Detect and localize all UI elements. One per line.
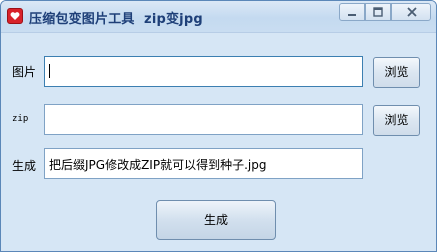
output-filename-value: 把后缀JPG修改成ZIP就可以得到种子.jpg xyxy=(49,158,267,172)
close-button[interactable] xyxy=(391,3,431,21)
title-bar[interactable]: 压缩包变图片工具 zip变jpg xyxy=(1,1,436,33)
maximize-icon xyxy=(373,7,383,17)
image-path-input[interactable] xyxy=(44,56,363,87)
window-title: 压缩包变图片工具 zip变jpg xyxy=(29,12,203,27)
minimize-icon xyxy=(348,14,356,16)
heart-icon xyxy=(7,8,23,24)
maximize-button[interactable] xyxy=(365,3,391,21)
text-caret xyxy=(49,64,50,78)
generate-button[interactable]: 生成 xyxy=(156,200,276,240)
output-filename-input[interactable]: 把后缀JPG修改成ZIP就可以得到种子.jpg xyxy=(44,148,363,179)
minimize-button[interactable] xyxy=(339,3,365,21)
zip-label: zip xyxy=(12,114,29,124)
image-label: 图片 xyxy=(12,65,37,79)
app-window: 压缩包变图片工具 zip变jpg 图片 浏览 zip 浏览 生成 把后缀JPG修… xyxy=(0,0,437,252)
zip-path-input[interactable] xyxy=(44,104,363,135)
browse-zip-button[interactable]: 浏览 xyxy=(373,105,420,136)
browse-image-button[interactable]: 浏览 xyxy=(373,57,420,88)
output-label: 生成 xyxy=(12,159,37,173)
close-icon xyxy=(407,7,417,17)
